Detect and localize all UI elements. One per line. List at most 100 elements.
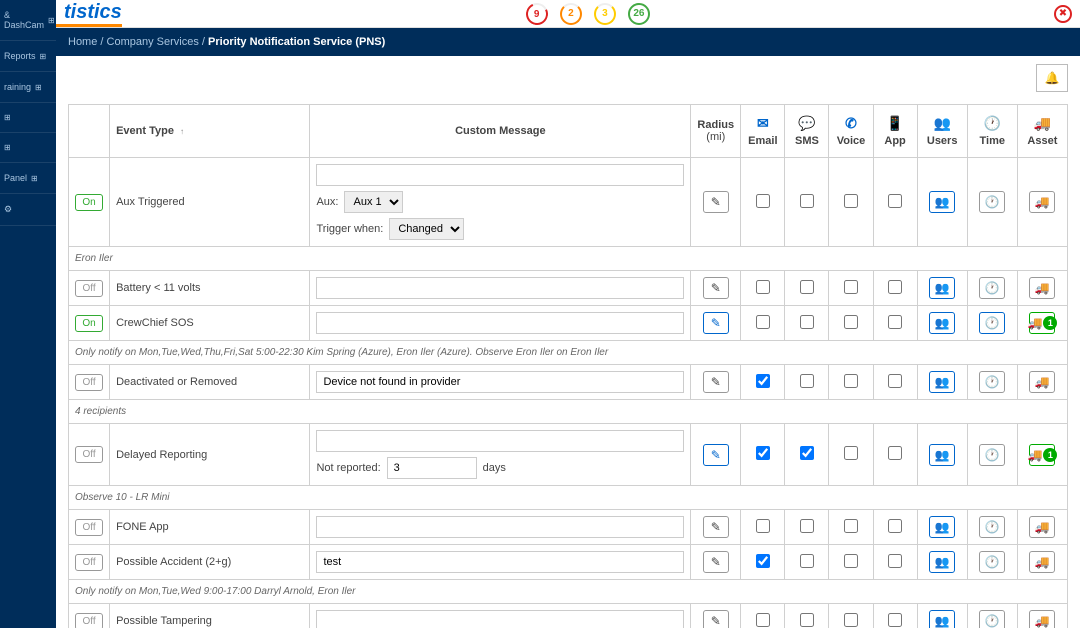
not-reported-input[interactable]	[387, 457, 477, 479]
email-checkbox[interactable]	[756, 613, 770, 627]
custom-message-input[interactable]	[316, 371, 684, 393]
time-button[interactable]: 🕐	[979, 371, 1005, 393]
radius-edit-button[interactable]: ✎	[703, 312, 729, 334]
sms-checkbox[interactable]	[800, 194, 814, 208]
sidebar-item-blank1[interactable]: ⊞	[0, 103, 56, 133]
email-checkbox[interactable]	[756, 554, 770, 568]
sidebar-item-gear[interactable]: ⚙	[0, 194, 56, 226]
radius-edit-button[interactable]: ✎	[703, 371, 729, 393]
custom-message-input[interactable]	[316, 516, 684, 538]
col-email: ✉Email	[741, 105, 785, 158]
alert-counter-orange[interactable]: 2	[560, 3, 582, 25]
users-button[interactable]: 👥	[929, 516, 955, 538]
sms-checkbox[interactable]	[800, 519, 814, 533]
breadcrumb-services[interactable]: Company Services	[107, 36, 199, 48]
radius-edit-button[interactable]: ✎	[703, 551, 729, 573]
time-button[interactable]: 🕐	[979, 610, 1005, 628]
alert-counter-red[interactable]: 9	[523, 0, 551, 28]
email-checkbox[interactable]	[756, 194, 770, 208]
toggle-off[interactable]: Off	[75, 554, 103, 571]
email-checkbox[interactable]	[756, 374, 770, 388]
radius-edit-button[interactable]: ✎	[703, 444, 729, 466]
time-button[interactable]: 🕐	[979, 551, 1005, 573]
asset-button[interactable]: 🚚1	[1029, 312, 1055, 334]
sidebar-item-training[interactable]: raining⊞	[0, 72, 56, 103]
breadcrumb-home[interactable]: Home	[68, 36, 97, 48]
app-checkbox[interactable]	[888, 315, 902, 329]
toggle-off[interactable]: Off	[75, 374, 103, 391]
custom-message-input[interactable]	[316, 277, 684, 299]
sms-checkbox[interactable]	[800, 315, 814, 329]
custom-message-input[interactable]	[316, 430, 684, 452]
col-event-type[interactable]: Event Type↑	[110, 105, 310, 158]
custom-message-input[interactable]	[316, 610, 684, 628]
users-button[interactable]: 👥	[929, 191, 955, 213]
voice-checkbox[interactable]	[844, 194, 858, 208]
time-button[interactable]: 🕐	[979, 444, 1005, 466]
toggle-off[interactable]: Off	[75, 280, 103, 297]
sidebar-item-blank2[interactable]: ⊞	[0, 133, 56, 163]
toggle-on[interactable]: On	[75, 315, 103, 332]
sidebar-item-reports[interactable]: Reports⊞	[0, 41, 56, 72]
alert-counter-yellow[interactable]: 3	[594, 3, 616, 25]
time-button[interactable]: 🕐	[979, 191, 1005, 213]
email-checkbox[interactable]	[756, 446, 770, 460]
sidebar-item-panel[interactable]: Panel⊞	[0, 163, 56, 194]
voice-checkbox[interactable]	[844, 374, 858, 388]
app-checkbox[interactable]	[888, 446, 902, 460]
users-button[interactable]: 👥	[929, 610, 955, 628]
asset-button[interactable]: 🚚	[1029, 277, 1055, 299]
radius-edit-button[interactable]: ✎	[703, 277, 729, 299]
asset-button[interactable]: 🚚	[1029, 516, 1055, 538]
notifications-button[interactable]: 🔔	[1036, 64, 1068, 92]
users-button[interactable]: 👥	[929, 312, 955, 334]
users-button[interactable]: 👥	[929, 444, 955, 466]
voice-checkbox[interactable]	[844, 519, 858, 533]
users-button[interactable]: 👥	[929, 551, 955, 573]
asset-button[interactable]: 🚚	[1029, 371, 1055, 393]
sms-checkbox[interactable]	[800, 374, 814, 388]
time-button[interactable]: 🕐	[979, 277, 1005, 299]
asset-button[interactable]: 🚚1	[1029, 444, 1055, 466]
radius-edit-button[interactable]: ✎	[703, 610, 729, 628]
asset-button[interactable]: 🚚	[1029, 551, 1055, 573]
close-icon[interactable]: ✖	[1054, 5, 1072, 23]
alert-counter-green[interactable]: 26	[628, 3, 650, 25]
sms-checkbox[interactable]	[800, 554, 814, 568]
users-button[interactable]: 👥	[929, 371, 955, 393]
app-checkbox[interactable]	[888, 554, 902, 568]
email-checkbox[interactable]	[756, 280, 770, 294]
custom-message-input[interactable]	[316, 551, 684, 573]
app-checkbox[interactable]	[888, 613, 902, 627]
sms-checkbox[interactable]	[800, 446, 814, 460]
voice-checkbox[interactable]	[844, 315, 858, 329]
custom-message-input[interactable]	[316, 164, 684, 186]
app-checkbox[interactable]	[888, 280, 902, 294]
email-checkbox[interactable]	[756, 315, 770, 329]
radius-edit-button[interactable]: ✎	[703, 191, 729, 213]
trigger-select[interactable]: Changed	[389, 218, 464, 240]
toggle-off[interactable]: Off	[75, 519, 103, 536]
email-checkbox[interactable]	[756, 519, 770, 533]
voice-checkbox[interactable]	[844, 280, 858, 294]
sms-checkbox[interactable]	[800, 280, 814, 294]
aux-select[interactable]: Aux 1	[344, 191, 403, 213]
radius-edit-button[interactable]: ✎	[703, 516, 729, 538]
users-button[interactable]: 👥	[929, 277, 955, 299]
asset-button[interactable]: 🚚	[1029, 610, 1055, 628]
voice-checkbox[interactable]	[844, 554, 858, 568]
sidebar-item-dashcam[interactable]: & DashCam⊞	[0, 0, 56, 41]
toggle-off[interactable]: Off	[75, 613, 103, 628]
asset-button[interactable]: 🚚	[1029, 191, 1055, 213]
toggle-on[interactable]: On	[75, 194, 103, 211]
time-button[interactable]: 🕐	[979, 312, 1005, 334]
app-checkbox[interactable]	[888, 194, 902, 208]
voice-checkbox[interactable]	[844, 446, 858, 460]
toggle-off[interactable]: Off	[75, 446, 103, 463]
app-checkbox[interactable]	[888, 374, 902, 388]
voice-checkbox[interactable]	[844, 613, 858, 627]
app-checkbox[interactable]	[888, 519, 902, 533]
time-button[interactable]: 🕐	[979, 516, 1005, 538]
custom-message-input[interactable]	[316, 312, 684, 334]
sms-checkbox[interactable]	[800, 613, 814, 627]
